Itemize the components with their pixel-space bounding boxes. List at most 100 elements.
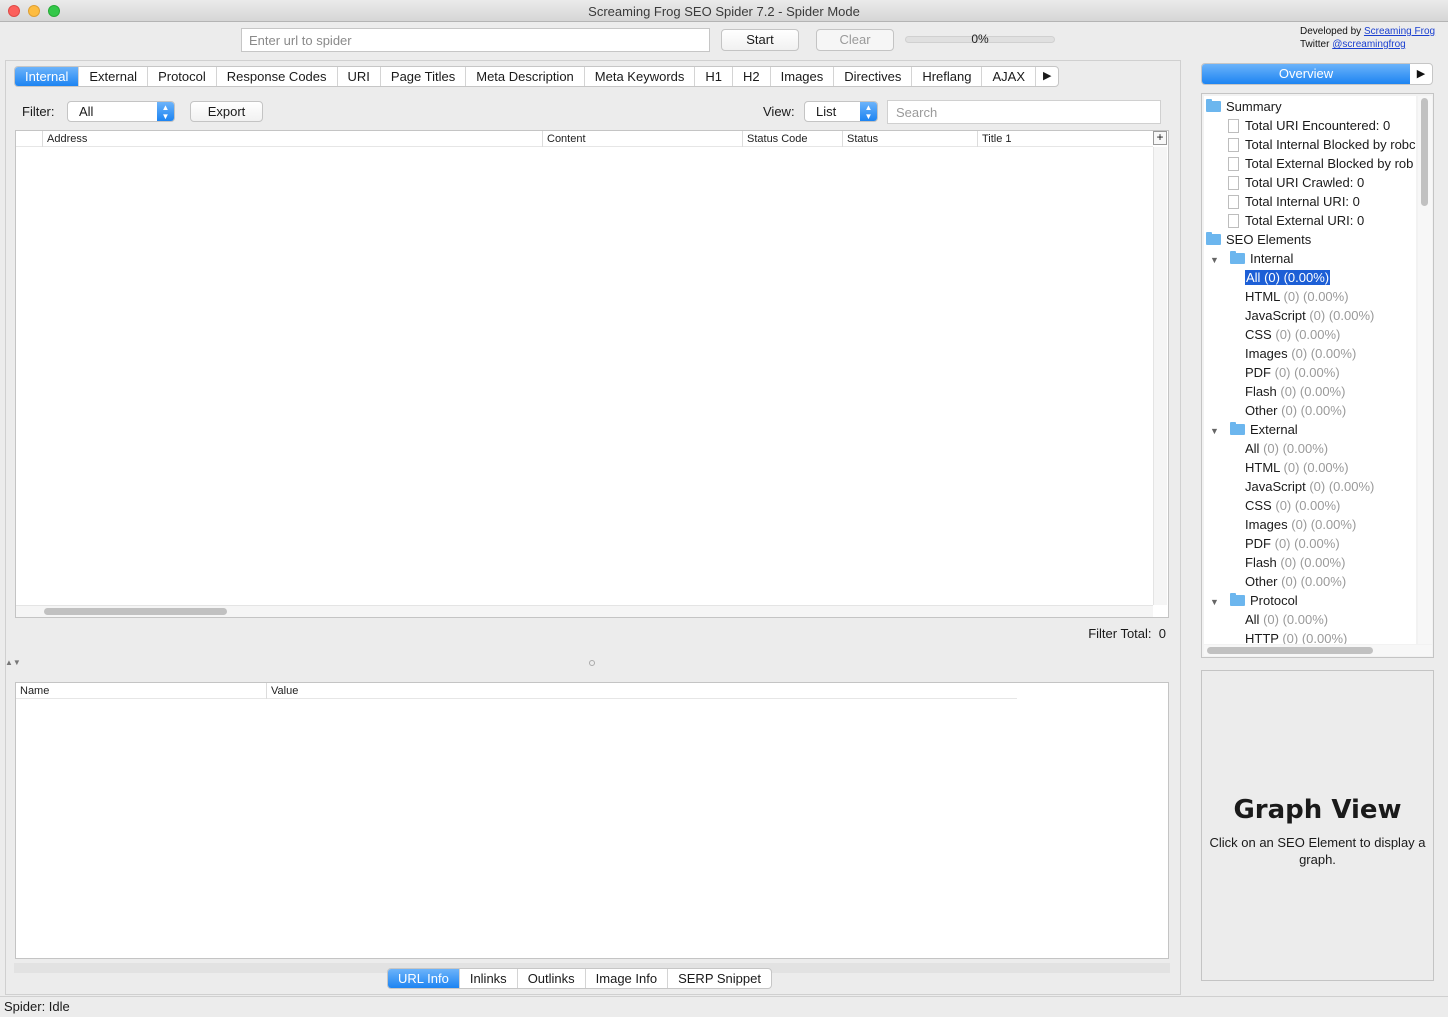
tree-item-label: External <box>1250 422 1298 437</box>
column-header-status[interactable]: Status <box>842 131 977 147</box>
tab-ajax[interactable]: AJAX <box>982 67 1036 86</box>
tab-h2[interactable]: H2 <box>733 67 771 86</box>
results-table[interactable]: Address Content Status Code Status Title… <box>15 130 1169 618</box>
tab-h1[interactable]: H1 <box>695 67 733 86</box>
disclosure-triangle-icon[interactable]: ▼ <box>1210 251 1220 270</box>
tab-inlinks[interactable]: Inlinks <box>460 969 518 988</box>
url-input[interactable] <box>241 28 710 52</box>
tree-summary-item[interactable]: Total Internal Blocked by robc <box>1228 135 1416 154</box>
tree-summary-item[interactable]: Total URI Crawled: 0 <box>1228 173 1364 192</box>
tree-summary-item[interactable]: Total External URI: 0 <box>1228 211 1364 230</box>
tree-folder[interactable]: ▼ Protocol <box>1210 591 1298 610</box>
view-select[interactable]: List ▲ ▼ <box>804 101 878 122</box>
tree-item-count: (0) (0.00%) <box>1264 270 1330 285</box>
select-stepper-icon: ▲ ▼ <box>157 102 174 121</box>
tab-overview[interactable]: Overview <box>1202 64 1410 84</box>
split-pane-handle[interactable] <box>589 660 595 666</box>
tab-image-info[interactable]: Image Info <box>586 969 669 988</box>
tree-item[interactable]: All (0) (0.00%) <box>1245 268 1331 287</box>
folder-icon <box>1206 232 1221 245</box>
tabs-overflow-arrow-icon[interactable]: ▶ <box>1036 67 1058 86</box>
tab-internal[interactable]: Internal <box>15 67 80 86</box>
tree-item[interactable]: PDF (0) (0.00%) <box>1245 534 1340 553</box>
column-header-content[interactable]: Content <box>542 131 742 147</box>
overview-tree[interactable]: Summary Total URI Encountered: 0 Total Int… <box>1204 96 1416 644</box>
tree-summary-item[interactable]: Total External Blocked by rob <box>1228 154 1413 173</box>
tree-item-count: (0) (0.00%) <box>1309 308 1375 323</box>
tree-item[interactable]: JavaScript (0) (0.00%) <box>1245 306 1374 325</box>
detail-table[interactable]: Name Value <box>15 682 1169 959</box>
split-pane-arrows-icon[interactable]: ▲▼ <box>5 658 21 667</box>
column-header-title-1[interactable]: Title 1 <box>977 131 1153 147</box>
tree-folder[interactable]: ▼ Internal <box>1210 249 1293 268</box>
document-icon <box>1228 176 1239 190</box>
export-button[interactable]: Export <box>190 101 263 122</box>
tab-outlinks[interactable]: Outlinks <box>518 969 586 988</box>
tree-item[interactable]: HTTP (0) (0.00%) <box>1245 629 1347 644</box>
results-vertical-scrollbar[interactable] <box>1153 147 1167 605</box>
tab-directives[interactable]: Directives <box>834 67 913 86</box>
tree-folder[interactable]: Summary <box>1206 97 1282 116</box>
tab-hreflang[interactable]: Hreflang <box>912 67 983 86</box>
tree-summary-item[interactable]: Total URI Encountered: 0 <box>1228 116 1390 135</box>
column-header-status-code[interactable]: Status Code <box>742 131 842 147</box>
tree-vertical-scroll-thumb[interactable] <box>1421 98 1428 206</box>
tab-meta-description[interactable]: Meta Description <box>466 67 585 86</box>
window-titlebar: Screaming Frog SEO Spider 7.2 - Spider M… <box>0 0 1448 22</box>
tree-item[interactable]: All (0) (0.00%) <box>1245 439 1328 458</box>
tree-item[interactable]: JavaScript (0) (0.00%) <box>1245 477 1374 496</box>
tab-page-titles[interactable]: Page Titles <box>381 67 467 86</box>
filter-total: Filter Total: 0 <box>1000 626 1166 641</box>
tree-item-label: Images <box>1245 346 1288 361</box>
tab-meta-keywords[interactable]: Meta Keywords <box>585 67 696 86</box>
tree-item-count: (0) (0.00%) <box>1280 384 1346 399</box>
tree-item-text: HTML (0) (0.00%) <box>1245 289 1349 304</box>
add-column-icon[interactable]: + <box>1153 131 1167 145</box>
tree-item-label: Other <box>1245 403 1278 418</box>
tab-response-codes[interactable]: Response Codes <box>217 67 338 86</box>
tab-external[interactable]: External <box>79 67 149 86</box>
tree-horizontal-scroll-thumb[interactable] <box>1207 647 1373 654</box>
tree-item[interactable]: Other (0) (0.00%) <box>1245 572 1346 591</box>
column-header-value[interactable]: Value <box>266 683 1017 699</box>
tree-item[interactable]: PDF (0) (0.00%) <box>1245 363 1340 382</box>
tree-item[interactable]: HTML (0) (0.00%) <box>1245 287 1349 306</box>
tree-item-text: JavaScript (0) (0.00%) <box>1245 308 1374 323</box>
tree-item-count: (0) (0.00%) <box>1280 555 1346 570</box>
folder-icon <box>1230 422 1245 435</box>
tab-protocol[interactable]: Protocol <box>148 67 217 86</box>
tree-folder[interactable]: SEO Elements <box>1206 230 1311 249</box>
screaming-frog-link[interactable]: Screaming Frog <box>1364 26 1435 37</box>
tab-uri[interactable]: URI <box>338 67 381 86</box>
tree-item[interactable]: Other (0) (0.00%) <box>1245 401 1346 420</box>
tree-item[interactable]: Images (0) (0.00%) <box>1245 344 1356 363</box>
tree-item[interactable]: CSS (0) (0.00%) <box>1245 325 1340 344</box>
side-panel-divider[interactable] <box>1181 60 1191 995</box>
tree-summary-item[interactable]: Total Internal URI: 0 <box>1228 192 1360 211</box>
start-button[interactable]: Start <box>721 29 799 51</box>
twitter-link[interactable]: @screamingfrog <box>1332 39 1406 50</box>
filter-select-value: All <box>79 104 94 119</box>
document-icon <box>1228 214 1239 228</box>
tab-images[interactable]: Images <box>771 67 835 86</box>
search-input[interactable] <box>887 100 1161 124</box>
crawl-progress-text: 0% <box>971 32 989 46</box>
tree-item-count: (0) (0.00%) <box>1283 289 1349 304</box>
tab-url-info[interactable]: URL Info <box>388 969 460 988</box>
disclosure-triangle-icon[interactable]: ▼ <box>1210 593 1220 612</box>
disclosure-triangle-icon[interactable]: ▼ <box>1210 422 1220 441</box>
results-scroll-thumb[interactable] <box>44 608 227 615</box>
tree-item[interactable]: All (0) (0.00%) <box>1245 610 1328 629</box>
tree-item[interactable]: Flash (0) (0.00%) <box>1245 382 1345 401</box>
tree-item[interactable]: Flash (0) (0.00%) <box>1245 553 1345 572</box>
tab-serp-snippet[interactable]: SERP Snippet <box>668 969 771 988</box>
clear-button[interactable]: Clear <box>816 29 894 51</box>
tree-item[interactable]: Images (0) (0.00%) <box>1245 515 1356 534</box>
column-header-name[interactable]: Name <box>16 683 266 699</box>
tree-folder[interactable]: ▼ External <box>1210 420 1298 439</box>
column-header-address[interactable]: Address <box>42 131 542 147</box>
overview-overflow-arrow-icon[interactable]: ▶ <box>1410 64 1432 84</box>
tree-item[interactable]: HTML (0) (0.00%) <box>1245 458 1349 477</box>
tree-item[interactable]: CSS (0) (0.00%) <box>1245 496 1340 515</box>
filter-select[interactable]: All ▲ ▼ <box>67 101 175 122</box>
